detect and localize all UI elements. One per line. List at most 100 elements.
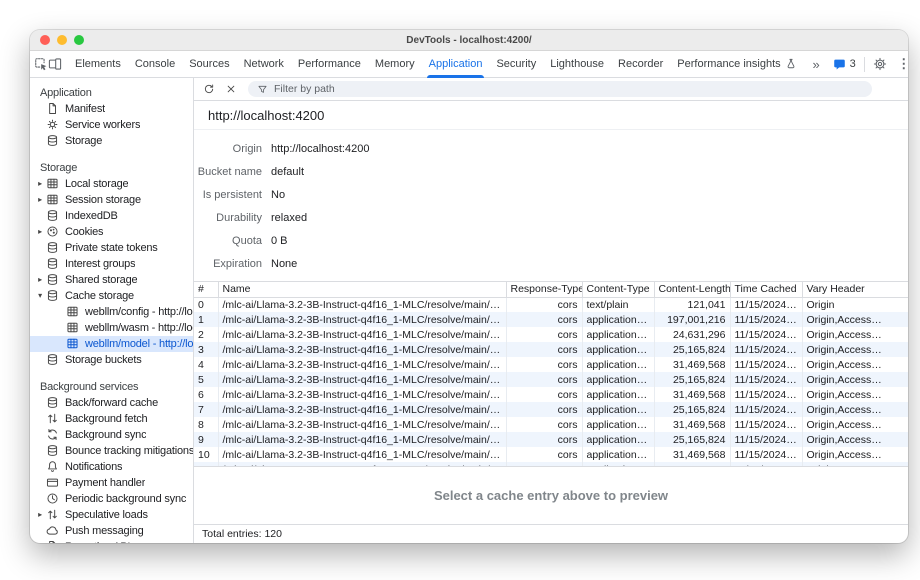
tab-sources[interactable]: Sources	[182, 51, 236, 77]
tab-network[interactable]: Network	[237, 51, 291, 77]
sidebar-item-service-workers[interactable]: Service workers	[30, 117, 193, 133]
refresh-icon[interactable]	[200, 80, 218, 98]
column-header-content-length[interactable]: Content-Length	[654, 282, 730, 297]
tab-security[interactable]: Security	[489, 51, 543, 77]
more-tabs-icon[interactable]: »	[804, 51, 828, 77]
database-icon	[46, 444, 60, 458]
table-row[interactable]: 5/mlc-ai/Llama-3.2-3B-Instruct-q4f16_1-M…	[194, 372, 908, 387]
table-row[interactable]: 10/mlc-ai/Llama-3.2-3B-Instruct-q4f16_1-…	[194, 447, 908, 462]
table-row[interactable]: 6/mlc-ai/Llama-3.2-3B-Instruct-q4f16_1-M…	[194, 387, 908, 402]
tab-elements[interactable]: Elements	[68, 51, 128, 77]
sidebar-item-notifications[interactable]: Notifications	[30, 459, 193, 475]
column-header-response-type[interactable]: Response-Type	[506, 282, 582, 297]
tab-performance-insights[interactable]: Performance insights	[670, 51, 803, 77]
cell-: 4	[194, 357, 218, 372]
expander-right-icon[interactable]: ▸	[34, 176, 46, 192]
cell-content-length: 31,469,568	[654, 387, 730, 402]
device-toolbar-icon[interactable]	[48, 51, 62, 77]
meta-label: Durability	[194, 212, 262, 224]
sidebar-item-interest-groups[interactable]: Interest groups	[30, 256, 193, 272]
tab-label: Elements	[75, 58, 121, 70]
database-icon	[46, 241, 60, 255]
cell-vary-header: Origin,Access…	[802, 357, 908, 372]
settings-gear-icon[interactable]	[868, 51, 892, 77]
filter-funnel-icon	[257, 84, 268, 95]
inspect-element-icon[interactable]	[34, 51, 48, 77]
table-header-row: #NameResponse-TypeContent-TypeContent-Le…	[194, 282, 908, 297]
table-row[interactable]: 9/mlc-ai/Llama-3.2-3B-Instruct-q4f16_1-M…	[194, 432, 908, 447]
cell-content-type: application/oc…	[582, 432, 654, 447]
meta-value: relaxed	[271, 212, 307, 224]
sidebar-item-storage-buckets[interactable]: Storage buckets	[30, 352, 193, 368]
column-header-content-type[interactable]: Content-Type	[582, 282, 654, 297]
tab-memory[interactable]: Memory	[368, 51, 422, 77]
sidebar-item-periodic-background-sync[interactable]: Periodic background sync	[30, 491, 193, 507]
expander-right-icon[interactable]: ▸	[34, 507, 46, 523]
sidebar-item-webllm-model-http-loc[interactable]: webllm/model - http://loc…	[30, 336, 193, 352]
sidebar-item-push-messaging[interactable]: Push messaging	[30, 523, 193, 539]
cell-vary-header: Origin,Access…	[802, 432, 908, 447]
table-row[interactable]: 3/mlc-ai/Llama-3.2-3B-Instruct-q4f16_1-M…	[194, 342, 908, 357]
sidebar-item-payment-handler[interactable]: Payment handler	[30, 475, 193, 491]
expander-right-icon[interactable]: ▸	[34, 192, 46, 208]
sidebar-item-bounce-tracking-mitigations[interactable]: Bounce tracking mitigations	[30, 443, 193, 459]
tab-application[interactable]: Application	[422, 51, 490, 77]
sidebar-item-label: Payment handler	[65, 477, 145, 489]
tab-performance[interactable]: Performance	[291, 51, 368, 77]
meta-label: Origin	[194, 143, 262, 155]
zoom-window-button[interactable]	[74, 35, 84, 45]
sidebar-item-speculative-loads[interactable]: ▸ Speculative loads	[30, 507, 193, 523]
delete-selected-icon[interactable]	[222, 80, 240, 98]
column-header-vary-header[interactable]: Vary Header	[802, 282, 908, 297]
tab-console[interactable]: Console	[128, 51, 182, 77]
cell-content-type: application/oc…	[582, 372, 654, 387]
divider	[864, 57, 865, 72]
sidebar-item-label: IndexedDB	[65, 210, 118, 222]
issues-button[interactable]: 3	[828, 51, 861, 77]
tab-recorder[interactable]: Recorder	[611, 51, 670, 77]
table-row[interactable]: 4/mlc-ai/Llama-3.2-3B-Instruct-q4f16_1-M…	[194, 357, 908, 372]
table-icon	[66, 337, 80, 351]
expander-down-icon[interactable]: ▾	[34, 288, 46, 304]
close-window-button[interactable]	[40, 35, 50, 45]
sidebar-item-local-storage[interactable]: ▸Local storage	[30, 176, 193, 192]
filter-placeholder: Filter by path	[274, 83, 335, 95]
cell-content-type: application/oc…	[582, 327, 654, 342]
document-icon	[46, 102, 60, 116]
table-row[interactable]: 0/mlc-ai/Llama-3.2-3B-Instruct-q4f16_1-M…	[194, 297, 908, 312]
table-row[interactable]: 7/mlc-ai/Llama-3.2-3B-Instruct-q4f16_1-M…	[194, 402, 908, 417]
column-header-time-cached[interactable]: Time Cached	[730, 282, 802, 297]
cell-vary-header: Origin,Access…	[802, 342, 908, 357]
menu-kebab-icon[interactable]: ⋮	[892, 51, 908, 77]
sidebar-item-webllm-config-http-loc[interactable]: webllm/config - http://loc…	[30, 304, 193, 320]
sidebar-item-reporting-api[interactable]: Reporting API	[30, 539, 193, 543]
cell-content-length: 25,165,824	[654, 342, 730, 357]
sidebar-item-shared-storage[interactable]: ▸Shared storage	[30, 272, 193, 288]
minimize-window-button[interactable]	[57, 35, 67, 45]
filter-input[interactable]: Filter by path	[248, 81, 872, 97]
table-row[interactable]: 8/mlc-ai/Llama-3.2-3B-Instruct-q4f16_1-M…	[194, 417, 908, 432]
sidebar-item-webllm-wasm-http-loca[interactable]: webllm/wasm - http://loca…	[30, 320, 193, 336]
tab-lighthouse[interactable]: Lighthouse	[543, 51, 611, 77]
sidebar-item-cache-storage[interactable]: ▾Cache storage	[30, 288, 193, 304]
tab-label: Console	[135, 58, 175, 70]
sidebar-item-back-forward-cache[interactable]: Back/forward cache	[30, 395, 193, 411]
cell-name: /mlc-ai/Llama-3.2-3B-Instruct-q4f16_1-ML…	[218, 432, 506, 447]
sidebar-item-session-storage[interactable]: ▸Session storage	[30, 192, 193, 208]
sidebar-item-indexeddb[interactable]: IndexedDB	[30, 208, 193, 224]
column-header-name[interactable]: Name	[218, 282, 506, 297]
expander-right-icon[interactable]: ▸	[34, 272, 46, 288]
sidebar-item-cookies[interactable]: ▸Cookies	[30, 224, 193, 240]
sidebar-item-label: Speculative loads	[65, 509, 148, 521]
expander-right-icon[interactable]: ▸	[34, 224, 46, 240]
sidebar-item-manifest[interactable]: Manifest	[30, 101, 193, 117]
sidebar-item-background-fetch[interactable]: Background fetch	[30, 411, 193, 427]
sidebar-item-storage[interactable]: Storage	[30, 133, 193, 149]
origin-heading: http://localhost:4200	[194, 101, 908, 130]
table-row[interactable]: 1/mlc-ai/Llama-3.2-3B-Instruct-q4f16_1-M…	[194, 312, 908, 327]
cell-: 1	[194, 312, 218, 327]
sidebar-item-background-sync[interactable]: Background sync	[30, 427, 193, 443]
sidebar-item-private-state-tokens[interactable]: Private state tokens	[30, 240, 193, 256]
table-row[interactable]: 2/mlc-ai/Llama-3.2-3B-Instruct-q4f16_1-M…	[194, 327, 908, 342]
column-header-[interactable]: #	[194, 282, 218, 297]
